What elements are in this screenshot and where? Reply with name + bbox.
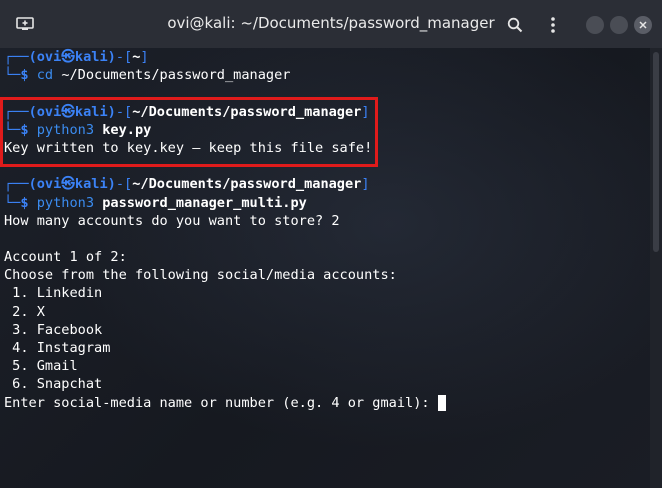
menu-option: 3. Facebook	[4, 321, 103, 338]
terminal-window: ovi@kali: ~/Documents/password_manager ┌…	[0, 0, 662, 488]
scrollbar-thumb[interactable]	[653, 52, 659, 252]
prompt-user: (ovi㉿kali)	[28, 49, 116, 65]
prompt-dir: ~/Documents/password_manager	[132, 176, 362, 193]
input-prompt: Enter social-media name or number (e.g. …	[4, 394, 438, 411]
prompt-user: (ovi㉿kali)	[28, 176, 116, 193]
close-button[interactable]	[634, 16, 652, 34]
minimize-button[interactable]	[586, 16, 604, 34]
text-cursor	[437, 394, 446, 411]
command-name: python3	[36, 121, 95, 138]
menu-option: 6. Snapchat	[4, 376, 103, 393]
command-args: key.py	[102, 121, 152, 138]
input-line[interactable]: Enter social-media name or number (e.g. …	[4, 394, 446, 412]
search-icon	[507, 17, 523, 33]
command-args: ~/Documents/password_manager	[61, 67, 291, 84]
close-icon	[639, 21, 647, 29]
output-line: How many accounts do you want to store? …	[4, 212, 340, 229]
terminal-output: ┌──(ovi㉿kali)-[~] └─$ cd ~/Documents/pas…	[4, 48, 446, 412]
output-line: Choose from the following social/media a…	[4, 267, 397, 284]
scrollbar[interactable]	[650, 48, 662, 488]
command-line: └─$ cd ~/Documents/password_manager	[4, 67, 291, 84]
prompt-line: ┌──(ovi㉿kali)-[~]	[4, 49, 149, 65]
menu-option: 5. Gmail	[4, 358, 78, 375]
output-line: Key written to key.key — keep this file …	[4, 139, 373, 156]
terminal-area[interactable]: ┌──(ovi㉿kali)-[~] └─$ cd ~/Documents/pas…	[0, 48, 650, 488]
command-name: python3	[36, 194, 95, 211]
command-name: cd	[36, 67, 54, 84]
output-line: Account 1 of 2:	[4, 249, 127, 266]
prompt-user: (ovi㉿kali)	[28, 103, 116, 120]
prompt-line: ┌──(ovi㉿kali)-[~/Documents/password_mana…	[4, 176, 370, 193]
command-line: └─$ python3 password_manager_multi.py	[4, 194, 307, 211]
prompt-line: ┌──(ovi㉿kali)-[~/Documents/password_mana…	[4, 103, 370, 120]
command-args: password_manager_multi.py	[102, 194, 307, 211]
title-bar: ovi@kali: ~/Documents/password_manager	[0, 0, 662, 48]
menu-button[interactable]	[540, 12, 566, 38]
menu-option: 2. X	[4, 303, 45, 320]
menu-option: 4. Instagram	[4, 340, 111, 356]
menu-option: 1. Linkedin	[4, 285, 103, 302]
prompt-dir: ~/Documents/password_manager	[132, 103, 362, 120]
search-button[interactable]	[502, 12, 528, 38]
maximize-button[interactable]	[610, 16, 628, 34]
command-line: └─$ python3 key.py	[4, 121, 152, 138]
kebab-menu-icon	[551, 17, 555, 33]
